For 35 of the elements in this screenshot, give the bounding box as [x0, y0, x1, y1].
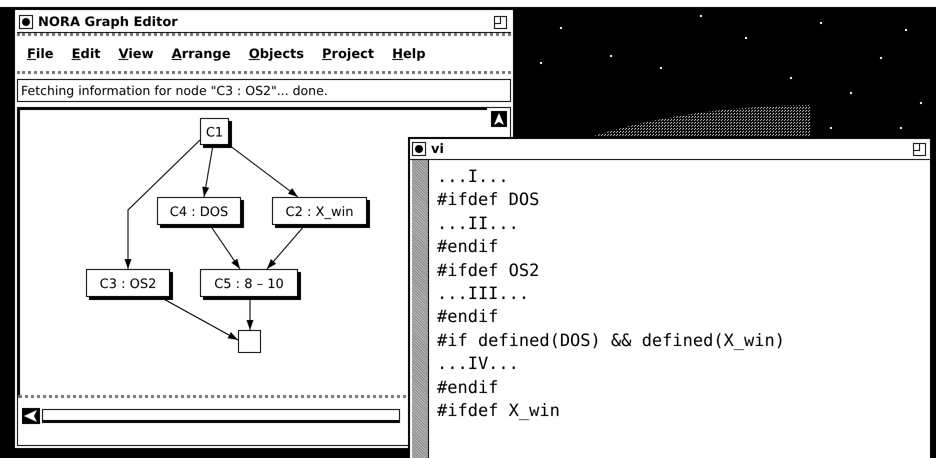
- menu-item[interactable]: Edit: [72, 47, 100, 62]
- window-title: vi: [431, 142, 445, 156]
- menu-item[interactable]: Arrange: [172, 47, 231, 62]
- code-line: ...II...: [437, 212, 520, 236]
- scroll-left-icon[interactable]: [22, 408, 40, 424]
- status-message: Fetching information for node "C3 : OS2"... done.: [17, 79, 511, 102]
- code-line: #ifdef OS2: [437, 260, 540, 283]
- code-line: #ifdef DOS: [437, 189, 540, 212]
- menu-item[interactable]: Help: [392, 47, 426, 62]
- maximize-icon[interactable]: [494, 16, 507, 28]
- menu-item[interactable]: File: [27, 47, 54, 62]
- maximize-icon[interactable]: [913, 142, 926, 156]
- graph-node[interactable]: C3 : OS2: [86, 269, 173, 300]
- menu-item[interactable]: View: [118, 47, 154, 62]
- scrollbar-track[interactable]: [42, 409, 400, 423]
- scroll-up-icon[interactable]: [490, 111, 506, 127]
- code-line: #endif: [437, 376, 500, 400]
- graph-node[interactable]: C4 : DOS: [157, 197, 244, 228]
- window-menu-icon[interactable]: [412, 142, 426, 156]
- menu-item[interactable]: Objects: [248, 47, 304, 62]
- graph-node[interactable]: C5 : 8 – 10: [200, 269, 301, 300]
- graph-node[interactable]: C1: [200, 118, 232, 148]
- window-menu-icon[interactable]: [19, 15, 33, 29]
- graph-node[interactable]: C2 : X_win: [272, 197, 370, 228]
- empty-node[interactable]: [238, 330, 261, 353]
- menu-item[interactable]: Project: [322, 47, 374, 62]
- code-line: #endif: [437, 236, 500, 260]
- code-line: #if defined(DOS) && defined(X_win): [437, 330, 785, 353]
- code-line: #ifdef X_win: [437, 400, 561, 424]
- code-line: ...I...: [437, 166, 510, 189]
- code-line: ...III...: [437, 283, 530, 306]
- code-line: #endif: [437, 306, 500, 330]
- scrollbar-gutter[interactable]: [412, 160, 429, 458]
- window-title: NORA Graph Editor: [38, 14, 179, 30]
- code-line: ...IV...: [437, 353, 520, 376]
